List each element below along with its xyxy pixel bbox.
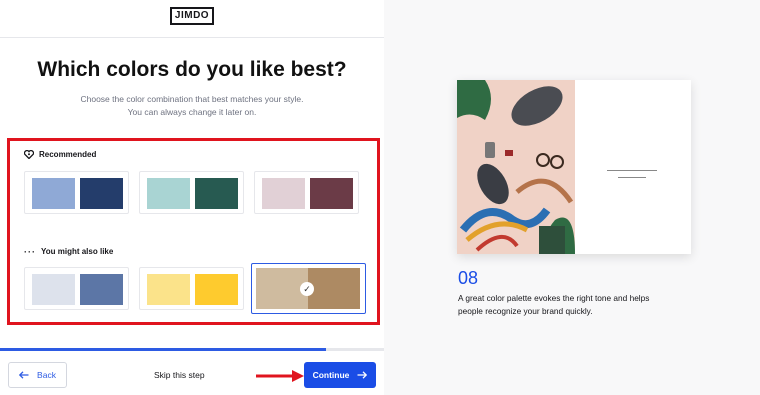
swatch-secondary (195, 274, 238, 305)
preview-panel: 08 A great color palette evokes the righ… (384, 0, 760, 395)
palette-card-also-like-3-selected[interactable]: ✓ (251, 263, 366, 314)
page-subtitle-line1: Choose the color combination that best m… (80, 94, 304, 104)
step-description-line1: A great color palette evokes the right t… (458, 293, 650, 303)
back-button[interactable]: Back (8, 362, 67, 388)
skip-step-link[interactable]: Skip this step (154, 370, 205, 380)
progress-bar-fill (0, 348, 327, 351)
palette-card-recommended-2[interactable] (139, 171, 244, 214)
flatlay-illustration (457, 80, 575, 254)
swatch-secondary (80, 178, 123, 209)
palette-card-also-like-1[interactable] (24, 267, 129, 310)
continue-button-label: Continue (312, 370, 350, 380)
swatch-primary (147, 274, 190, 305)
onboarding-panel: JIMDO Which colors do you like best? Cho… (0, 0, 384, 395)
placeholder-line (607, 170, 657, 171)
back-button-label: Back (37, 370, 56, 380)
website-preview-card (457, 80, 691, 254)
jimdo-logo: JIMDO (170, 7, 214, 25)
text-placeholder (607, 170, 657, 184)
arrow-right-icon (357, 371, 368, 379)
swatch-primary (32, 274, 75, 305)
placeholder-line (618, 177, 646, 178)
palette-card-also-like-2[interactable] (139, 267, 244, 310)
swatch-secondary (80, 274, 123, 305)
red-arrow-icon (256, 370, 304, 382)
arrow-left-icon (19, 371, 29, 379)
also-like-section-label: ··· You might also like (24, 247, 113, 256)
recommended-section-label: Recommended (24, 150, 96, 159)
page-subtitle-line2: You can always change it later on. (127, 107, 257, 117)
top-bar: JIMDO (0, 0, 384, 38)
check-icon: ✓ (300, 282, 314, 296)
also-like-label-text: You might also like (41, 247, 114, 256)
swatch-secondary (310, 178, 353, 209)
swatch-primary (147, 178, 190, 209)
continue-button[interactable]: Continue (304, 362, 376, 388)
step-number: 08 (458, 268, 479, 288)
swatch-primary (262, 178, 305, 209)
palette-card-recommended-1[interactable] (24, 171, 129, 214)
heart-icon (24, 150, 34, 159)
recommended-label-text: Recommended (39, 150, 97, 159)
page-title: Which colors do you like best? (37, 58, 347, 81)
swatch-secondary (195, 178, 238, 209)
swatch-primary (32, 178, 75, 209)
palette-card-recommended-3[interactable] (254, 171, 359, 214)
fashion-flatlay-photo (457, 80, 575, 254)
swatch-secondary (308, 268, 360, 309)
progress-bar (0, 348, 384, 351)
step-description-line2: people recognize your brand quickly. (458, 306, 593, 316)
ellipsis-icon: ··· (24, 246, 36, 257)
